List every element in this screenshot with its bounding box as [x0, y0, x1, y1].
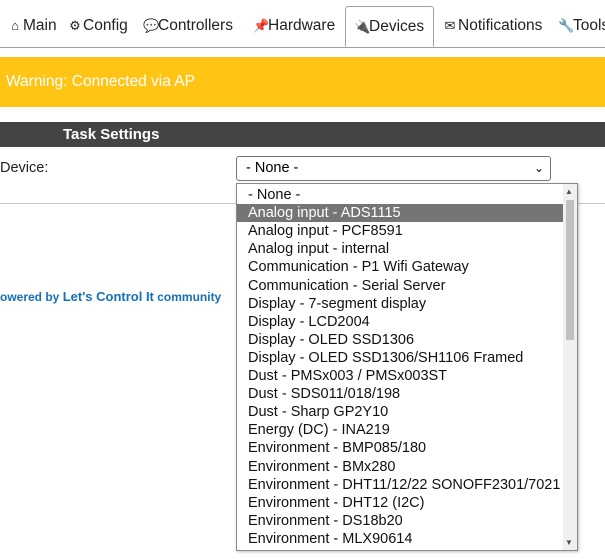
device-dropdown-list: - None - Analog input - ADS1115 Analog inp… — [236, 183, 578, 551]
tab-bar: ⌂ Main ⚙ Config 💬Controllers 📌Hardware 🔌De… — [0, 0, 605, 48]
tab-label: Controllers — [158, 17, 233, 34]
warning-banner: Warning: Connected via AP — [0, 57, 605, 107]
tab-label: Hardware — [268, 17, 336, 34]
tab-tools[interactable]: 🔧Tools — [558, 6, 605, 46]
dropdown-option[interactable]: Dust - SDS011/018/198 — [237, 385, 563, 403]
home-icon: ⌂ — [11, 18, 19, 33]
scroll-up-arrow-icon[interactable]: ▲ — [565, 187, 573, 196]
plug-icon: 🔌 — [354, 19, 371, 34]
envelope-icon: ✉ — [444, 18, 456, 33]
tab-devices[interactable]: 🔌Devices — [345, 6, 434, 47]
dropdown-option[interactable]: - None - — [237, 186, 563, 204]
tab-hardware[interactable]: 📌Hardware — [253, 6, 335, 46]
dropdown-option[interactable]: Environment - DHT12 (I2C) — [237, 494, 563, 512]
tab-label: Config — [83, 17, 128, 34]
device-label: Device: — [0, 160, 49, 176]
dropdown-option[interactable]: Environment - DHT11/12/22 SONOFF2301/702… — [237, 476, 563, 494]
dropdown-option[interactable]: Dust - Sharp GP2Y10 — [237, 403, 563, 421]
dropdown-option[interactable]: Analog input - PCF8591 — [237, 222, 563, 240]
task-settings-title: Task Settings — [63, 126, 160, 143]
task-settings-header: Task Settings — [0, 122, 605, 147]
powered-by-prefix: owered by — [0, 290, 63, 304]
dropdown-option[interactable]: Communication - Serial Server — [237, 277, 563, 295]
gear-icon: ⚙ — [69, 18, 81, 33]
tab-label: Main — [23, 17, 57, 34]
device-select[interactable]: - None - ⌄ — [236, 156, 551, 181]
tab-label: Tools — [573, 17, 605, 34]
dropdown-option[interactable]: Communication - P1 Wifi Gateway — [237, 258, 563, 276]
powered-by-link[interactable]: Let's Control It — [63, 289, 154, 304]
dropdown-option[interactable]: Analog input - internal — [237, 240, 563, 258]
chevron-down-icon: ⌄ — [533, 161, 544, 175]
device-select-value: - None - — [246, 160, 299, 176]
scrollbar-thumb[interactable] — [566, 200, 574, 340]
dropdown-option[interactable]: Environment - BMx280 — [237, 458, 563, 476]
tab-controllers[interactable]: 💬Controllers — [143, 6, 233, 46]
powered-by-suffix: community — [153, 290, 222, 304]
scrollbar[interactable]: ▲ ▼ — [563, 184, 577, 550]
dropdown-option[interactable]: Environment - DS18b20 — [237, 512, 563, 530]
wrench-icon: 🔧 — [558, 18, 575, 33]
dropdown-option[interactable]: Energy (DC) - INA219 — [237, 421, 563, 439]
scroll-down-arrow-icon[interactable]: ▼ — [565, 538, 573, 547]
tab-label: Notifications — [458, 17, 543, 34]
dropdown-option[interactable]: Display - 7-segment display — [237, 295, 563, 313]
powered-by: owered by Let's Control It community — [0, 289, 221, 304]
dropdown-option[interactable]: Environment - BMP085/180 — [237, 439, 563, 457]
chat-icon: 💬 — [143, 18, 160, 33]
tab-notifications[interactable]: ✉ Notifications — [443, 6, 543, 46]
dropdown-option[interactable]: Analog input - ADS1115 — [237, 204, 563, 223]
dropdown-option[interactable]: Dust - PMSx003 / PMSx003ST — [237, 367, 563, 385]
dropdown-option[interactable]: Environment - MLX90614 — [237, 530, 563, 548]
dropdown-option[interactable]: Display - OLED SSD1306/SH1106 Framed — [237, 349, 563, 367]
tab-main[interactable]: ⌂ Main — [8, 6, 57, 46]
pin-icon: 📌 — [253, 18, 270, 33]
dropdown-option[interactable]: Display - OLED SSD1306 — [237, 331, 563, 349]
tab-label: Devices — [369, 18, 425, 35]
tab-config[interactable]: ⚙ Config — [68, 6, 128, 46]
dropdown-option[interactable]: Display - LCD2004 — [237, 313, 563, 331]
